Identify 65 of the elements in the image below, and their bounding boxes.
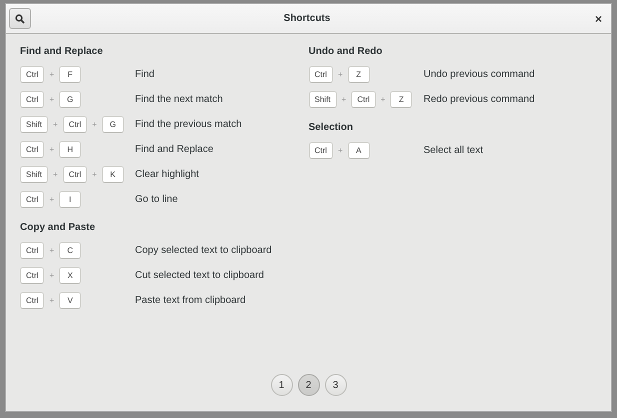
keycap: Ctrl bbox=[20, 242, 44, 259]
plus-sign: + bbox=[49, 246, 54, 255]
keycap: Ctrl bbox=[62, 116, 88, 133]
keycap: Shift bbox=[20, 116, 48, 133]
shortcut-description: Go to line bbox=[135, 194, 178, 205]
keycap: Ctrl bbox=[20, 191, 44, 208]
plus-sign: + bbox=[49, 145, 54, 154]
page-button[interactable]: 3 bbox=[324, 374, 346, 396]
plus-sign: + bbox=[49, 70, 54, 79]
shortcut-description: Cut selected text to clipboard bbox=[135, 270, 264, 281]
keycap: Z bbox=[348, 66, 370, 83]
plus-sign: + bbox=[49, 195, 54, 204]
keycap: V bbox=[59, 292, 82, 309]
shortcut-description: Find and Replace bbox=[135, 144, 214, 155]
section-title: Selection bbox=[308, 122, 354, 133]
keycap: Ctrl bbox=[20, 267, 44, 284]
shortcut-description: Copy selected text to clipboard bbox=[135, 245, 272, 256]
plus-sign: + bbox=[342, 95, 346, 104]
shortcut-description: Redo previous command bbox=[424, 94, 535, 105]
shortcut-description: Find bbox=[135, 69, 154, 80]
keycap: G bbox=[102, 116, 124, 133]
keycap: Ctrl bbox=[351, 91, 376, 108]
plus-sign: + bbox=[49, 296, 54, 305]
section-title: Copy and Paste bbox=[20, 222, 96, 233]
keycap: X bbox=[59, 267, 82, 284]
keycap: Ctrl bbox=[62, 166, 88, 183]
shortcut-description: Clear highlight bbox=[135, 169, 199, 180]
keycap: Ctrl bbox=[308, 142, 333, 159]
section-title: Undo and Redo bbox=[308, 46, 384, 57]
search-icon bbox=[15, 14, 25, 24]
plus-sign: + bbox=[49, 95, 54, 104]
keycap: Z bbox=[390, 91, 412, 108]
plus-sign: + bbox=[49, 271, 54, 280]
close-button[interactable]: × bbox=[592, 12, 605, 26]
search-button[interactable] bbox=[9, 8, 31, 29]
plus-sign: + bbox=[53, 170, 58, 179]
plus-sign: + bbox=[92, 120, 97, 129]
keycap: F bbox=[59, 66, 82, 83]
plus-sign: + bbox=[338, 146, 343, 155]
plus-sign: + bbox=[380, 95, 386, 104]
keycap: Shift bbox=[308, 91, 337, 108]
keycap: Ctrl bbox=[20, 292, 44, 309]
page-button[interactable]: 1 bbox=[270, 374, 292, 396]
shortcut-description: Paste text from clipboard bbox=[135, 295, 246, 306]
plus-sign: + bbox=[338, 70, 343, 79]
shortcut-description: Undo previous command bbox=[424, 69, 535, 80]
keycap: Ctrl bbox=[308, 66, 333, 83]
keycap: Shift bbox=[20, 166, 48, 183]
shortcut-description: Find the previous match bbox=[135, 119, 242, 130]
keycap: I bbox=[59, 191, 82, 208]
keycap: A bbox=[348, 142, 370, 159]
keycap: Ctrl bbox=[20, 91, 44, 108]
shortcut-description: Select all text bbox=[424, 145, 483, 156]
plus-sign: + bbox=[53, 120, 58, 129]
keycap: Ctrl bbox=[20, 66, 44, 83]
section-title: Find and Replace bbox=[20, 46, 104, 57]
window-title: Shortcuts bbox=[284, 13, 330, 24]
keycap: G bbox=[59, 91, 82, 108]
page-button[interactable]: 2 bbox=[298, 374, 320, 396]
keycap: H bbox=[59, 141, 82, 158]
shortcut-description: Find the next match bbox=[135, 94, 223, 105]
keycap: C bbox=[59, 242, 82, 259]
plus-sign: + bbox=[92, 170, 97, 179]
keycap: K bbox=[102, 166, 124, 183]
keycap: Ctrl bbox=[20, 141, 44, 158]
